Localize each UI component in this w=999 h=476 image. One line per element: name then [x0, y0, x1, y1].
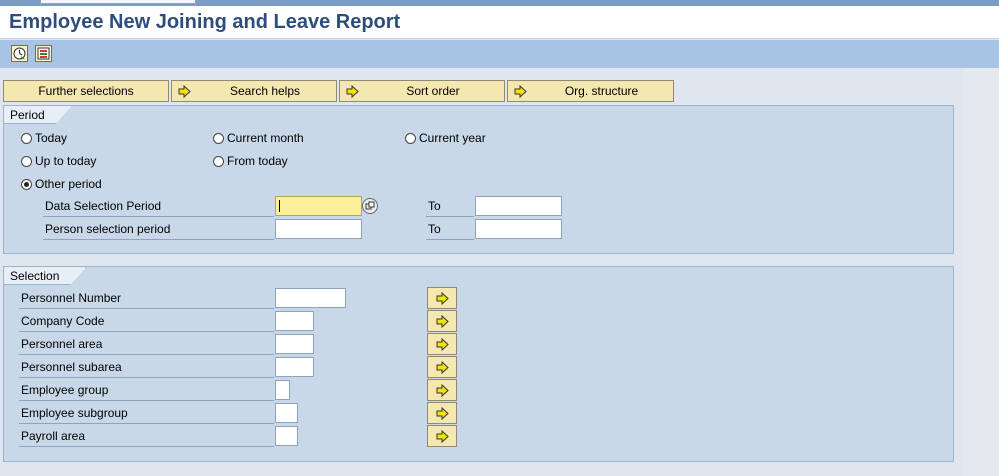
arrow-right-icon [436, 337, 449, 351]
arrow-right-icon [178, 84, 191, 104]
value-help-icon[interactable] [362, 198, 378, 214]
radio-circle [405, 132, 416, 144]
arrow-right-icon [436, 314, 449, 328]
person-selection-period-from-input[interactable] [275, 219, 362, 239]
selection-screen-icon[interactable] [35, 45, 52, 62]
period-group: Period Today Current month Current year … [3, 105, 954, 254]
radio-circle [213, 132, 224, 144]
data-selection-period-to-input[interactable] [475, 196, 562, 216]
arrow-right-icon [514, 84, 527, 104]
personnel-area-label: Personnel area [19, 335, 274, 355]
radio-current-year-label: Current year [419, 131, 486, 145]
data-selection-period-label: Data Selection Period [43, 197, 274, 217]
radio-current-month-label: Current month [227, 131, 304, 145]
org-structure-button[interactable]: Org. structure [507, 80, 674, 102]
selection-group: Selection Personnel Number Company Code … [3, 266, 954, 462]
radio-other-period-label: Other period [35, 177, 102, 191]
multiple-selection-button[interactable] [427, 379, 457, 401]
search-helps-label: Search helps [229, 84, 301, 98]
person-selection-period-to-input[interactable] [475, 219, 562, 239]
further-selections-label: Further selections [38, 84, 134, 98]
multiple-selection-button[interactable] [427, 425, 457, 447]
employee-subgroup-input[interactable] [275, 403, 298, 423]
radio-up-to-today[interactable]: Up to today [21, 153, 96, 169]
right-margin-area [963, 68, 999, 476]
person-selection-period-label: Person selection period [43, 220, 274, 240]
radio-current-month[interactable]: Current month [213, 130, 304, 146]
arrow-right-icon [436, 383, 449, 397]
org-structure-label: Org. structure [564, 84, 639, 98]
multiple-selection-button[interactable] [427, 356, 457, 378]
employee-group-label: Employee group [19, 381, 274, 401]
personnel-number-input[interactable] [275, 288, 346, 308]
radio-from-today-label: From today [227, 154, 288, 168]
application-toolbar [0, 40, 999, 68]
radio-up-to-today-label: Up to today [35, 154, 97, 168]
radio-today-label: Today [35, 131, 68, 145]
radio-today[interactable]: Today [21, 130, 67, 146]
sort-order-button[interactable]: Sort order [339, 80, 505, 102]
further-selections-button[interactable]: Further selections [3, 80, 169, 102]
arrow-right-icon [436, 360, 449, 374]
payroll-area-label: Payroll area [19, 427, 274, 447]
arrow-right-icon [436, 406, 449, 420]
arrow-right-icon [346, 84, 359, 104]
data-selection-period-from-input[interactable] [275, 196, 362, 216]
employee-group-input[interactable] [275, 380, 290, 400]
execute-clock-icon[interactable] [11, 45, 28, 62]
radio-circle [21, 132, 32, 144]
title-bar: Employee New Joining and Leave Report [0, 6, 999, 39]
radio-circle [213, 155, 224, 167]
employee-subgroup-label: Employee subgroup [19, 404, 274, 424]
window-tab-fragment [40, 0, 196, 4]
sort-order-label: Sort order [406, 84, 460, 98]
arrow-right-icon [436, 291, 449, 305]
radio-from-today[interactable]: From today [213, 153, 288, 169]
personnel-subarea-input[interactable] [275, 357, 314, 377]
data-selection-to-label: To [426, 197, 474, 217]
arrow-right-icon [436, 429, 449, 443]
radio-other-period[interactable]: Other period [21, 176, 102, 192]
personnel-number-label: Personnel Number [19, 289, 274, 309]
person-selection-to-label: To [426, 220, 474, 240]
multiple-selection-button[interactable] [427, 287, 457, 309]
personnel-subarea-label: Personnel subarea [19, 358, 274, 378]
company-code-label: Company Code [19, 312, 274, 332]
payroll-area-input[interactable] [275, 426, 298, 446]
multiple-selection-button[interactable] [427, 402, 457, 424]
multiple-selection-button[interactable] [427, 333, 457, 355]
period-group-title: Period [4, 106, 72, 124]
selection-group-title: Selection [4, 267, 86, 285]
radio-circle [21, 155, 32, 167]
multiple-selection-button[interactable] [427, 310, 457, 332]
company-code-input[interactable] [275, 311, 314, 331]
radio-current-year[interactable]: Current year [405, 130, 486, 146]
search-helps-button[interactable]: Search helps [171, 80, 337, 102]
radio-circle-selected [21, 178, 32, 190]
personnel-area-input[interactable] [275, 334, 314, 354]
page-title: Employee New Joining and Leave Report [9, 11, 401, 33]
